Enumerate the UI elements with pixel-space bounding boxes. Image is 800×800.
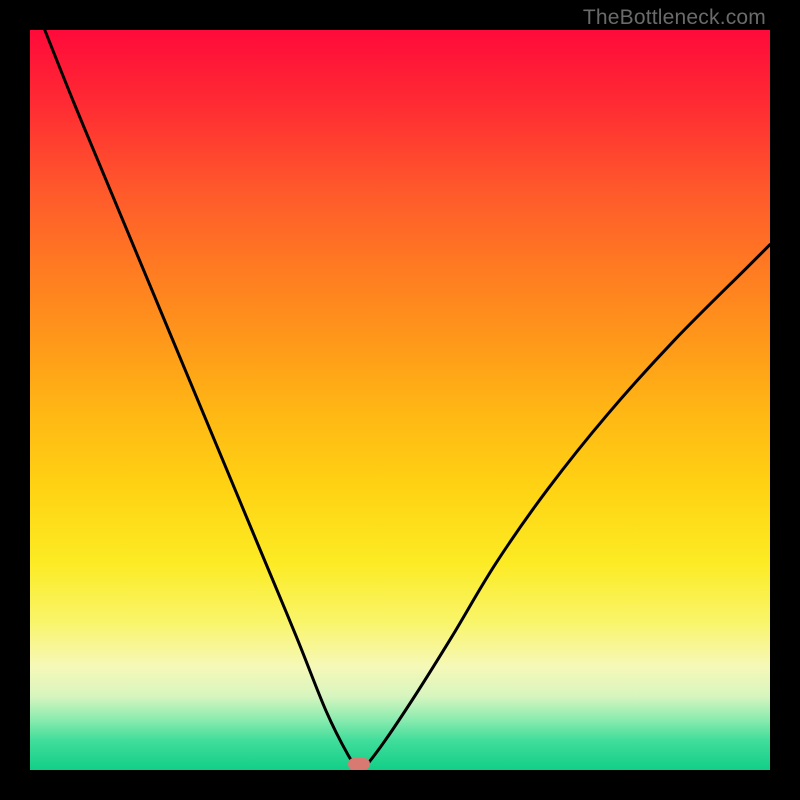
curve-left-branch: [45, 30, 360, 770]
watermark-text: TheBottleneck.com: [583, 6, 766, 30]
curve-right-branch: [363, 245, 770, 770]
chart-frame: TheBottleneck.com: [0, 0, 800, 800]
minimum-marker: [348, 758, 370, 770]
bottleneck-curve: [30, 30, 770, 770]
plot-area: [30, 30, 770, 770]
